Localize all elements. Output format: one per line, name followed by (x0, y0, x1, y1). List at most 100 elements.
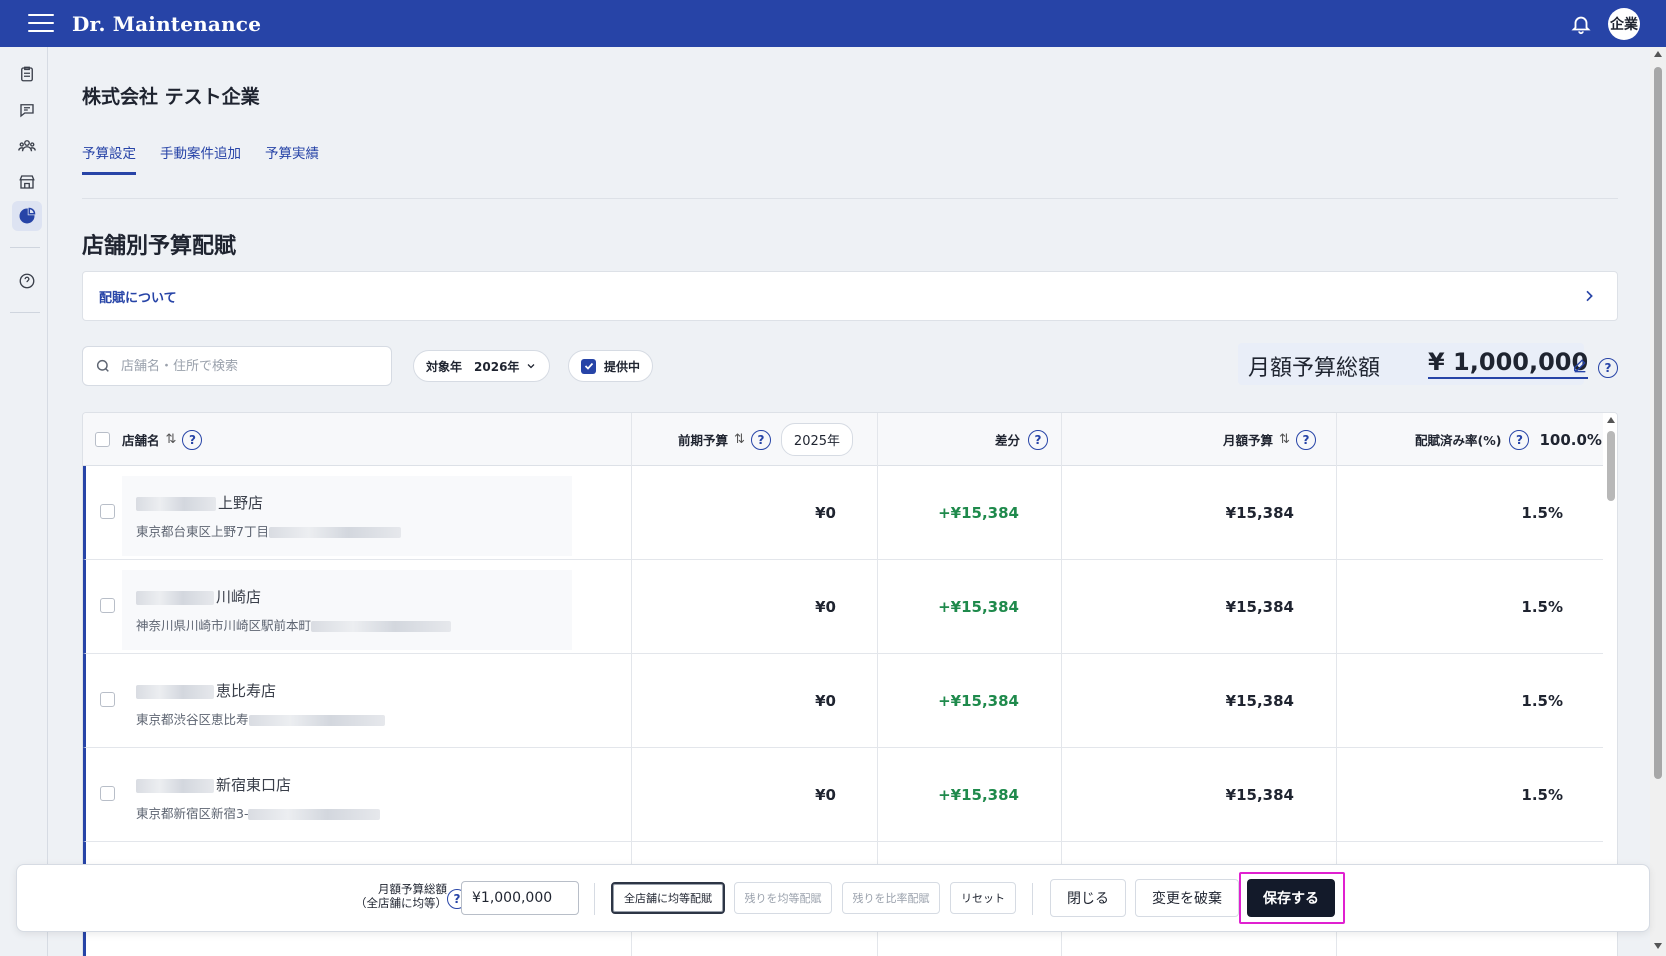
prev-budget: ¥0 (815, 598, 836, 616)
table-row[interactable]: 恵比寿店 東京都渋谷区恵比寿 ¥0 +¥15,384 ¥15,384 1.5% (83, 654, 1603, 748)
monthly-budget[interactable]: ¥15,384 (1226, 504, 1294, 522)
bell-icon[interactable] (1570, 13, 1592, 35)
equal-rest-button[interactable]: 残りを均等配賦 (734, 882, 832, 914)
store-cell (122, 476, 572, 556)
header-prev-label: 前期予算 (678, 433, 729, 448)
tab-budget-results[interactable]: 予算実績 (265, 142, 319, 175)
sort-icon[interactable]: ⇅ (166, 432, 177, 447)
tab-budget-settings[interactable]: 予算設定 (82, 142, 136, 175)
allocation-rate: 1.5% (1521, 598, 1563, 616)
diff-value: +¥15,384 (938, 692, 1019, 710)
help-circle-icon[interactable]: ? (1028, 429, 1049, 450)
help-circle-icon[interactable]: ? (1598, 358, 1618, 378)
scroll-up-icon[interactable] (1607, 417, 1615, 423)
search-box[interactable] (82, 346, 392, 386)
header-store-label: 店舗名 (122, 433, 160, 448)
redacted-text (136, 590, 214, 605)
menu-icon[interactable] (28, 14, 54, 34)
tab-manual-case[interactable]: 手動案件追加 (160, 142, 241, 175)
redacted-text (136, 496, 216, 511)
nav-divider (10, 312, 40, 313)
reset-button[interactable]: リセット (950, 882, 1016, 914)
sort-icon[interactable]: ⇅ (1279, 432, 1290, 447)
tab-bar: 予算設定 手動案件追加 予算実績 (82, 142, 319, 175)
allocation-info-label: 配賦について (99, 290, 177, 306)
bottom-action-bar: 月額予算総額 （全店舗に均等） ? 全店舗に均等配賦 残りを均等配賦 残りを比率… (16, 864, 1650, 932)
bulk-budget-label-line2: （全店舗に均等） (355, 895, 447, 910)
select-all-checkbox[interactable] (95, 432, 110, 447)
row-checkbox[interactable] (100, 598, 115, 613)
chat-icon[interactable] (12, 95, 42, 125)
store-name[interactable]: 新宿東口店 (136, 774, 291, 795)
header-diff: 差分 ? (995, 413, 1049, 466)
scroll-down-icon[interactable] (1654, 943, 1662, 949)
redacted-text (136, 778, 214, 793)
year-select[interactable]: 対象年 2026年 (413, 350, 551, 382)
page-scrollbar[interactable] (1650, 47, 1666, 956)
save-button-focus-ring (1239, 872, 1345, 924)
header-rate: 配賦済み率(%) ? 100.0% (1415, 413, 1602, 466)
monthly-budget[interactable]: ¥15,384 (1226, 598, 1294, 616)
row-checkbox[interactable] (100, 692, 115, 707)
row-checkbox[interactable] (100, 786, 115, 801)
users-icon[interactable] (12, 131, 42, 161)
equal-all-button[interactable]: 全店舗に均等配賦 (611, 882, 725, 914)
help-circle-icon[interactable]: ? (182, 429, 203, 450)
store-name[interactable]: 恵比寿店 (136, 680, 276, 701)
pencil-icon[interactable] (1572, 357, 1588, 373)
help-icon[interactable] (12, 266, 42, 296)
help-circle-icon[interactable]: ? (750, 429, 771, 450)
bulk-budget-label: 月額予算総額 （全店舗に均等） (337, 882, 447, 911)
diff-value: +¥15,384 (938, 504, 1019, 522)
pie-chart-icon[interactable] (12, 201, 42, 231)
sort-icon[interactable]: ⇅ (734, 432, 745, 447)
row-checkbox[interactable] (100, 504, 115, 519)
company-name: 株式会社 テスト企業 (82, 86, 260, 108)
close-button[interactable]: 閉じる (1050, 879, 1126, 917)
clipboard-icon[interactable] (12, 59, 42, 89)
help-circle-icon[interactable]: ? (1295, 429, 1316, 450)
allocation-info-panel[interactable]: 配賦について (82, 271, 1618, 321)
monthly-budget[interactable]: ¥15,384 (1226, 786, 1294, 804)
budget-total-label: 月額予算総額 (1248, 356, 1381, 381)
table-row[interactable]: 上野店 東京都台東区上野7丁目 ¥0 +¥15,384 ¥15,384 1.5% (83, 466, 1603, 560)
bulk-budget-label-line1: 月額予算総額 (378, 882, 447, 896)
page-scroll-thumb[interactable] (1654, 67, 1662, 779)
store-address: 東京都渋谷区恵比寿 (136, 709, 387, 728)
top-app-bar: Dr. Maintenance 企業 (0, 0, 1666, 47)
prev-budget: ¥0 (815, 786, 836, 804)
prev-budget: ¥0 (815, 692, 836, 710)
scroll-up-icon[interactable] (1654, 51, 1662, 57)
active-filter-label: 提供中 (604, 359, 641, 374)
store-address: 東京都台東区上野7丁目 (136, 521, 403, 540)
store-cell (122, 570, 572, 650)
active-filter-toggle[interactable]: 提供中 (568, 350, 654, 382)
store-name[interactable]: 上野店 (136, 492, 263, 513)
header-store: 店舗名 ⇅ ? (95, 413, 203, 466)
avatar[interactable]: 企業 (1608, 8, 1640, 40)
redacted-text (248, 715, 385, 726)
header-diff-label: 差分 (995, 433, 1021, 448)
brand-logo[interactable]: Dr. Maintenance (72, 12, 261, 36)
redacted-text (248, 809, 381, 820)
section-title: 店舗別予算配賦 (82, 234, 237, 259)
allocation-rate: 1.5% (1521, 786, 1563, 804)
table-scroll-thumb[interactable] (1607, 431, 1615, 501)
redacted-text (268, 527, 401, 538)
diff-value: +¥15,384 (938, 786, 1019, 804)
header-prev: 前期予算 ⇅ ? 2025年 (678, 413, 854, 466)
table-row[interactable]: 新宿東口店 東京都新宿区新宿3- ¥0 +¥15,384 ¥15,384 1.5… (83, 748, 1603, 842)
table-row[interactable]: 川崎店 神奈川県川崎市川崎区駅前本町 ¥0 +¥15,384 ¥15,384 1… (83, 560, 1603, 654)
help-circle-icon[interactable]: ? (1509, 429, 1530, 450)
ratio-rest-button[interactable]: 残りを比率配賦 (842, 882, 940, 914)
store-address: 神奈川県川崎市川崎区駅前本町 (136, 615, 453, 634)
monthly-budget[interactable]: ¥15,384 (1226, 692, 1294, 710)
budget-total-value[interactable]: ¥ 1,000,000 (1428, 348, 1589, 379)
side-navigation (0, 47, 48, 956)
bulk-budget-input[interactable] (461, 881, 579, 915)
discard-changes-button[interactable]: 変更を破棄 (1135, 879, 1239, 917)
search-input[interactable] (121, 358, 381, 374)
prev-year-chip[interactable]: 2025年 (780, 423, 854, 456)
store-name[interactable]: 川崎店 (136, 586, 261, 607)
store-icon[interactable] (12, 167, 42, 197)
